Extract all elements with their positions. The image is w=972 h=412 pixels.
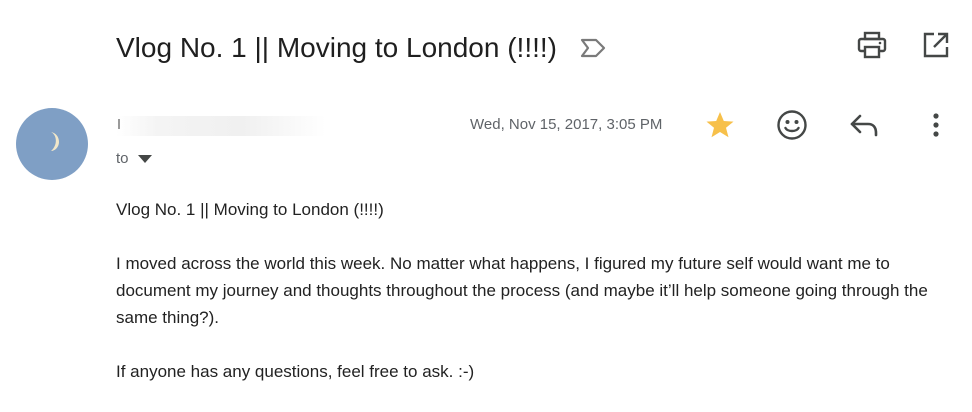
email-subject: Vlog No. 1 || Moving to London (!!!!) [116,32,557,63]
label-arrow-icon[interactable] [579,36,609,60]
email-body: Vlog No. 1 || Moving to London (!!!!) I … [116,196,956,412]
body-paragraph-1: I moved across the world this week. No m… [116,254,928,327]
body-paragraph-2: If anyone has any questions, feel free t… [116,362,475,381]
star-button[interactable] [703,110,737,144]
star-icon [705,110,735,145]
reply-button[interactable] [847,110,881,144]
sender-avatar[interactable] [16,108,88,180]
recipient-label: to [116,150,129,167]
print-icon [857,31,887,64]
subject-row: Vlog No. 1 || Moving to London (!!!!) [116,26,609,70]
emoji-reaction-button[interactable] [775,109,809,146]
emoji-reaction-icon [776,109,808,146]
sender-name-redacted [116,116,326,136]
more-options-button[interactable] [919,110,953,144]
redaction-mark [118,119,120,129]
reply-icon [848,111,880,144]
email-date: Wed, Nov 15, 2017, 3:05 PM [470,116,663,133]
caret-down-icon [137,154,152,164]
recipient-details-toggle[interactable]: to [116,150,152,167]
more-vertical-icon [932,112,940,143]
crescent-moon-icon [42,130,62,159]
body-heading: Vlog No. 1 || Moving to London (!!!!) [116,200,384,219]
print-button[interactable] [857,31,887,64]
open-in-new-window-button[interactable] [921,32,951,62]
open-in-new-window-icon [922,31,950,64]
